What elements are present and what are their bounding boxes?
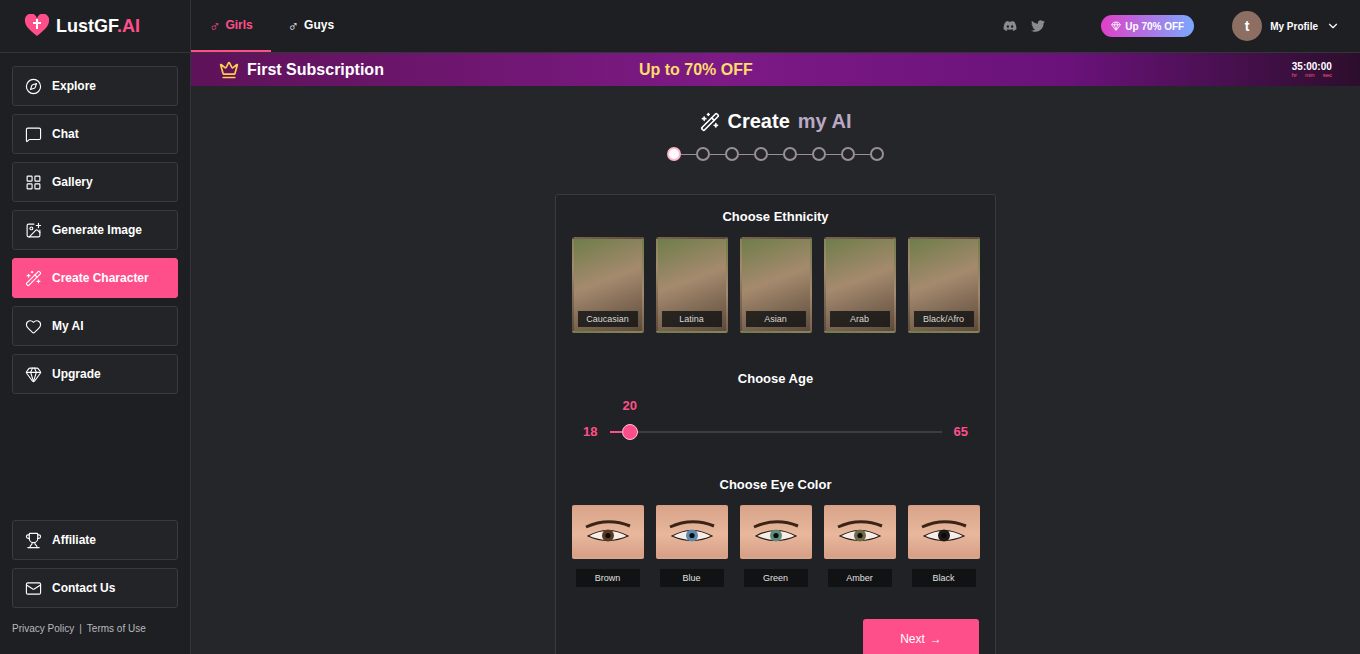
eye-color-option[interactable]: Brown (572, 505, 644, 587)
sidebar-item[interactable]: Gallery (12, 162, 178, 202)
ethnicity-option[interactable]: Black/Afro (908, 237, 980, 333)
nav-icon (25, 580, 42, 597)
step-dot[interactable] (783, 147, 797, 161)
nav-icon (25, 318, 42, 335)
footer-link[interactable]: Terms of Use (87, 623, 146, 634)
ethnicity-option[interactable]: Caucasian (572, 237, 644, 333)
eye-color-option[interactable]: Green (740, 505, 812, 587)
app: LustGF.AI ♂Girls♂Guys Up 70% OFF tMy Profil… (0, 0, 1360, 654)
top-bar: LustGF.AI ♂Girls♂Guys Up 70% OFF tMy Profil… (0, 0, 1360, 53)
wand-icon (700, 112, 720, 132)
sidebar-item[interactable]: Contact Us (12, 568, 178, 608)
footer-link[interactable]: Privacy Policy (12, 623, 74, 634)
nav-icon (25, 270, 42, 287)
logo[interactable]: LustGF.AI (0, 0, 191, 52)
chevron-down-icon (1326, 19, 1340, 33)
slider-thumb[interactable] (622, 424, 638, 440)
gender-tabs: ♂Girls♂Guys (191, 0, 351, 52)
gender-tab[interactable]: ♂Girls (191, 0, 271, 52)
sidebar-item[interactable]: Affiliate (12, 520, 178, 560)
next-button[interactable]: Next→ (863, 619, 979, 654)
discord-icon[interactable] (1003, 19, 1017, 33)
logo-text: LustGF.AI (56, 16, 140, 37)
eye-icon (834, 517, 886, 547)
eye-icon (750, 517, 802, 547)
section-title: Choose Age (738, 371, 813, 386)
eye-icon (582, 517, 634, 547)
sidebar-item[interactable]: My AI (12, 306, 178, 346)
sidebar-item[interactable]: Upgrade (12, 354, 178, 394)
avatar: t (1232, 11, 1262, 41)
eye-icon (918, 517, 970, 547)
step-dot[interactable] (754, 147, 768, 161)
sidebar-item[interactable]: Explore (12, 66, 178, 106)
nav-icon (25, 126, 42, 143)
step-dot[interactable] (725, 147, 739, 161)
eye-color-option[interactable]: Black (908, 505, 980, 587)
crown-icon (219, 60, 239, 80)
section-title: Choose Ethnicity (722, 209, 828, 224)
nav-icon (25, 174, 42, 191)
create-card: Choose Ethnicity CaucasianLatinaAsianArab… (555, 194, 996, 654)
nav-icon (25, 222, 42, 239)
banner-offer: Up to 70% OFF (639, 61, 1292, 79)
main: First SubscriptionUp to 70% OFF35:00:00h… (191, 53, 1360, 654)
sidebar-item[interactable]: Generate Image (12, 210, 178, 250)
twitter-icon[interactable] (1031, 19, 1045, 33)
step-dot[interactable] (812, 147, 826, 161)
nav-icon (25, 366, 42, 383)
section-title: Choose Eye Color (720, 477, 832, 492)
step-dot[interactable] (696, 147, 710, 161)
sidebar-item[interactable]: Create Character (12, 258, 178, 298)
gem-icon (1111, 21, 1121, 31)
age-slider: 182065 (583, 424, 968, 439)
promo-banner[interactable]: First SubscriptionUp to 70% OFF35:00:00h… (191, 53, 1360, 86)
eye-color-option[interactable]: Amber (824, 505, 896, 587)
slider-track[interactable]: 20 (610, 431, 942, 433)
footer-links: Privacy Policy|Terms of Use (12, 623, 178, 634)
sidebar-item[interactable]: Chat (12, 114, 178, 154)
step-dot[interactable] (667, 147, 681, 161)
sidebar: Explore Chat Gallery Generate Image Create C… (0, 53, 191, 654)
gender-tab[interactable]: ♂Guys (271, 0, 351, 52)
ethnicity-option[interactable]: Latina (656, 237, 728, 333)
step-dot[interactable] (870, 147, 884, 161)
nav-icon (25, 78, 42, 95)
step-indicator (667, 147, 884, 161)
eye-icon (666, 517, 718, 547)
eye-color-option[interactable]: Blue (656, 505, 728, 587)
page-title: Createmy AI (700, 110, 852, 133)
profile-menu[interactable]: tMy Profile (1232, 11, 1340, 41)
promo-button[interactable]: Up 70% OFF (1101, 15, 1194, 37)
heart-logo-icon (24, 14, 50, 38)
gender-icon: ♂ (209, 17, 220, 34)
gender-icon: ♂ (288, 17, 299, 34)
ethnicity-option[interactable]: Arab (824, 237, 896, 333)
ethnicity-option[interactable]: Asian (740, 237, 812, 333)
step-dot[interactable] (841, 147, 855, 161)
nav-icon (25, 532, 42, 549)
countdown: 35:00:00hrminsec (1292, 62, 1332, 78)
